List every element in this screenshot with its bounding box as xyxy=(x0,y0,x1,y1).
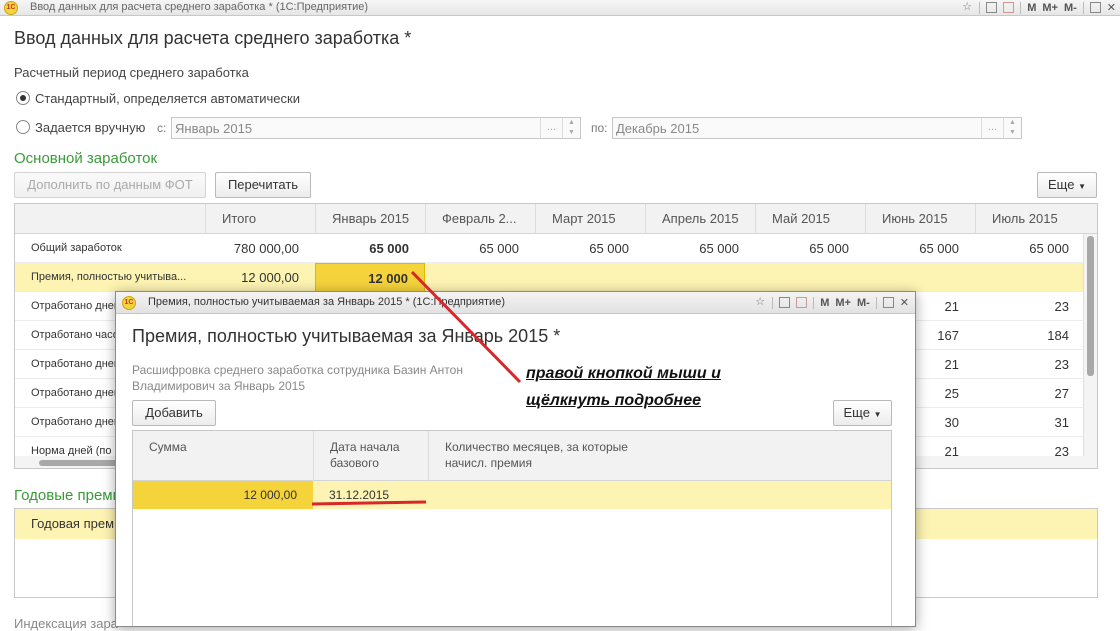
annotation-overlay xyxy=(311,270,522,506)
annotation-underline xyxy=(311,500,427,506)
annotation-arrow xyxy=(410,270,522,384)
annotation-note: правой кнопкой мыши и щёлкнуть подробнее xyxy=(526,360,766,414)
